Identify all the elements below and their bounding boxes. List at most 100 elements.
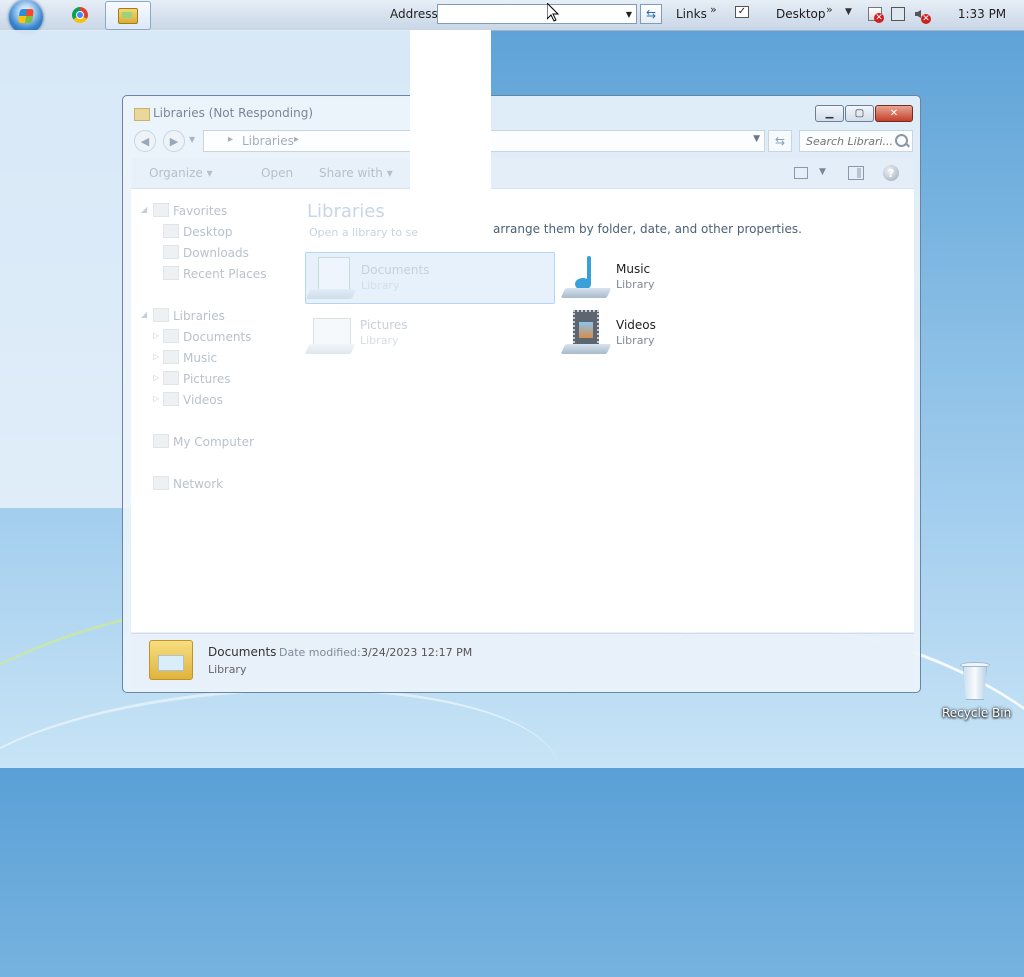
desktop-chevron-icon[interactable]: »	[826, 3, 833, 16]
library-type: Library	[616, 334, 655, 347]
forward-button[interactable]: ▶	[163, 130, 185, 152]
nav-my-computer[interactable]: My Computer	[173, 435, 254, 449]
change-view-icon[interactable]	[794, 167, 808, 179]
recent-pages-dropdown-icon[interactable]: ▼	[189, 135, 195, 144]
nav-music[interactable]: Music	[183, 351, 217, 365]
details-name: Documents	[208, 645, 277, 659]
libraries-icon	[118, 7, 138, 24]
maximize-icon: ▢	[854, 108, 865, 119]
expand-triangle-icon[interactable]: ▷	[153, 352, 159, 361]
library-type: Library	[361, 279, 400, 292]
nav-downloads[interactable]: Downloads	[183, 246, 249, 260]
nav-recent-places[interactable]: Recent Places	[183, 267, 266, 281]
desktop-toolbar-label[interactable]: Desktop	[776, 7, 826, 21]
start-button[interactable]	[6, 0, 46, 34]
content-area: ◢ Favorites Desktop Downloads Recent Pla…	[131, 189, 914, 632]
star-icon	[153, 203, 169, 217]
checkbox-toolbar-icon[interactable]: ✓	[735, 6, 749, 18]
help-icon[interactable]: ?	[883, 165, 899, 181]
minimize-button[interactable]: ▁	[815, 105, 844, 122]
nav-videos[interactable]: Videos	[183, 393, 223, 407]
expand-triangle-icon[interactable]: ◢	[141, 205, 147, 214]
nav-documents[interactable]: Documents	[183, 330, 251, 344]
library-description-continued: arrange them by folder, date, and other …	[493, 222, 802, 236]
taskbar-clock[interactable]: 1:33 PM	[952, 7, 1012, 21]
library-name: Pictures	[360, 318, 408, 332]
search-icon[interactable]	[895, 134, 908, 147]
address-dropdown-icon[interactable]: ▼	[622, 5, 636, 23]
open-button[interactable]: Open	[261, 166, 293, 180]
organize-button[interactable]: Organize ▾	[149, 166, 213, 180]
action-center-icon[interactable]	[868, 7, 884, 23]
volume-muted-icon[interactable]	[914, 7, 931, 24]
network-icon[interactable]	[891, 7, 905, 21]
taskbar-explorer-button[interactable]	[105, 1, 151, 30]
network-icon	[153, 476, 169, 490]
refresh-button[interactable]: ⇆	[768, 130, 792, 152]
desktop-icon	[163, 224, 179, 238]
expand-triangle-icon[interactable]: ▷	[153, 373, 159, 382]
address-toolbar-input[interactable]	[437, 4, 637, 24]
expand-triangle-icon[interactable]: ◢	[141, 310, 147, 319]
documents-folder-icon	[149, 640, 193, 680]
window-folder-icon	[134, 108, 150, 121]
mouse-cursor-icon	[547, 3, 559, 22]
nav-pictures[interactable]: Pictures	[183, 372, 231, 386]
recycle-bin-label: Recycle Bin	[942, 706, 1012, 720]
nav-network[interactable]: Network	[173, 477, 223, 491]
arrow-right-icon: ▶	[169, 134, 179, 148]
expand-triangle-icon[interactable]: ▷	[153, 394, 159, 403]
address-go-icon[interactable]: ⇆	[640, 4, 662, 24]
navigation-pane: ◢ Favorites Desktop Downloads Recent Pla…	[131, 189, 299, 632]
breadcrumb-libraries[interactable]: Libraries	[242, 134, 294, 148]
music-icon	[163, 350, 179, 364]
downloads-icon	[163, 245, 179, 259]
library-type: Library	[616, 278, 655, 291]
library-music[interactable]: Music Library	[560, 252, 811, 304]
refresh-icon: ⇆	[774, 134, 786, 148]
taskbar-chrome-button[interactable]	[60, 1, 100, 28]
recycle-bin[interactable]: Recycle Bin	[942, 660, 1012, 732]
preview-pane-icon[interactable]	[848, 166, 864, 180]
library-name: Documents	[361, 263, 430, 277]
documents-icon	[163, 329, 179, 343]
recycle-bin-icon	[960, 662, 990, 702]
library-pictures[interactable]: Pictures Library	[304, 308, 555, 360]
maximize-button[interactable]: ▢	[845, 105, 874, 122]
computer-icon	[153, 434, 169, 448]
minimize-icon: ▁	[825, 108, 834, 119]
recent-places-icon	[163, 266, 179, 280]
library-documents[interactable]: Documents Library	[305, 252, 555, 304]
links-chevron-icon[interactable]: »	[710, 3, 717, 16]
ghost-overlay-strip	[410, 30, 491, 190]
arrow-left-icon: ◀	[140, 134, 150, 148]
close-icon: ✕	[889, 108, 899, 119]
nav-desktop[interactable]: Desktop	[183, 225, 233, 239]
pictures-library-icon	[304, 310, 356, 356]
breadcrumb-separator-icon[interactable]: ▸	[228, 134, 233, 145]
details-type: Library	[208, 663, 247, 676]
close-button[interactable]: ✕	[875, 105, 913, 122]
expand-triangle-icon[interactable]: ▷	[153, 331, 159, 340]
breadcrumb-separator-icon[interactable]: ▸	[294, 134, 299, 145]
links-toolbar-label[interactable]: Links	[676, 7, 707, 21]
pictures-icon	[163, 371, 179, 385]
music-library-icon	[560, 254, 612, 300]
share-with-button[interactable]: Share with ▾	[319, 166, 393, 180]
nav-favorites[interactable]: Favorites	[173, 204, 227, 218]
explorer-window: Libraries (Not Responding) ▁ ▢ ✕ ◀ ▶ ▼ ▸…	[122, 95, 921, 693]
library-videos[interactable]: Videos Library	[560, 308, 811, 360]
windows-logo-icon	[9, 0, 43, 34]
address-toolbar-label: Address	[390, 7, 438, 21]
library-name: Music	[616, 262, 651, 276]
address-dropdown-icon[interactable]: ▼	[753, 134, 760, 144]
libraries-icon	[153, 308, 169, 322]
view-dropdown-icon[interactable]: ▼	[819, 167, 826, 177]
taskbar: Address ▼ ⇆ Links » ✓ Desktop » ▼ 1:33 P…	[0, 0, 1024, 34]
details-pane: Documents Date modified: 3/24/2023 12:17…	[131, 633, 914, 687]
documents-library-icon	[305, 255, 357, 301]
page-title: Libraries	[307, 201, 385, 222]
tray-expand-icon[interactable]: ▼	[845, 7, 852, 17]
back-button[interactable]: ◀	[134, 130, 156, 152]
nav-libraries[interactable]: Libraries	[173, 309, 225, 323]
